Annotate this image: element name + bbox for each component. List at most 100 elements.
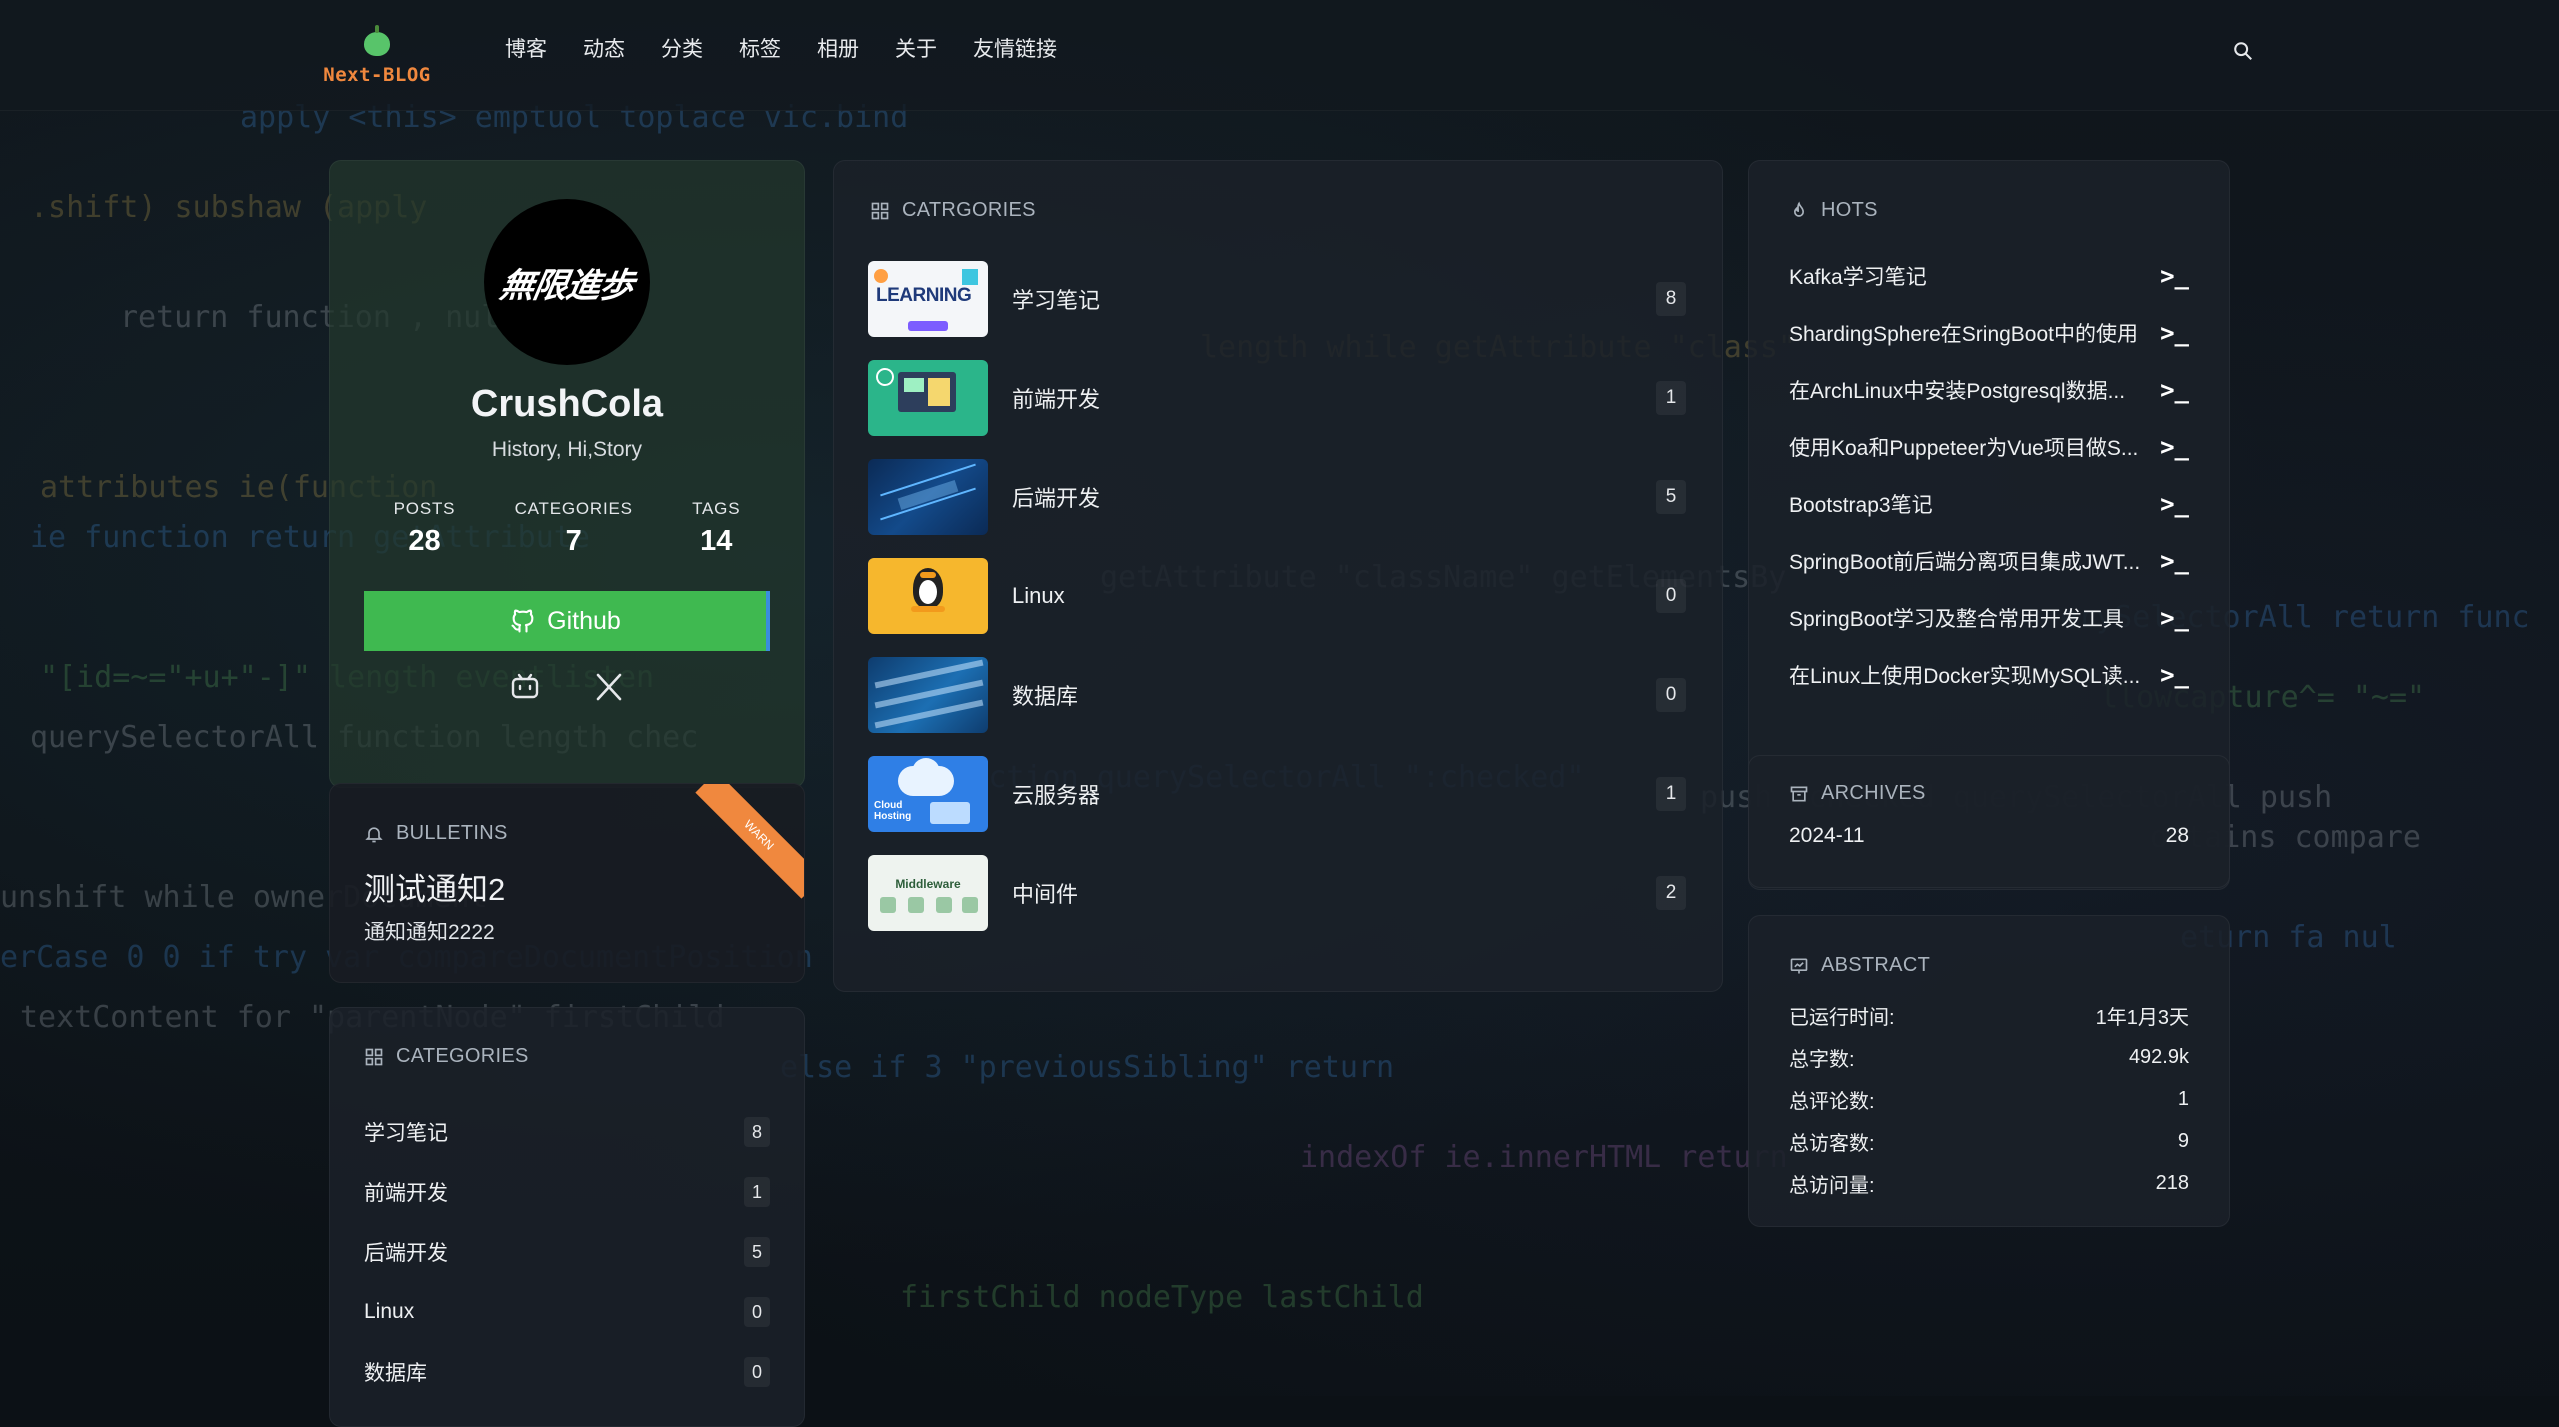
nav-tags[interactable]: 标签: [739, 33, 781, 63]
main-categories-title: CATRGORIES: [902, 199, 1036, 221]
terminal-icon: >_: [2160, 261, 2189, 290]
profile-card: 無限進歩 CrushCola History, Hi,Story POSTS 2…: [329, 160, 805, 788]
category-card-item[interactable]: Middleware 中间件 2: [868, 855, 1686, 931]
search-icon[interactable]: [2232, 40, 2254, 62]
stats-row: 已运行时间: 1年1月3天: [1789, 994, 2189, 1036]
flame-icon: [1793, 200, 1805, 217]
cloud-thumb-text: Cloud Hosting: [874, 800, 912, 822]
hot-post-item[interactable]: SpringBoot学习及整合常用开发工具 >_: [1789, 589, 2189, 646]
abstract-header: ABSTRACT: [1789, 954, 1930, 977]
stats-value: 218: [2155, 1171, 2189, 1194]
bulletins-header: BULLETINS: [364, 822, 508, 845]
frontend-thumb: [868, 360, 988, 436]
stats-label: 总评论数:: [1789, 1090, 1875, 1113]
category-card-item[interactable]: 前端开发 1: [868, 360, 1686, 436]
github-button[interactable]: Github: [364, 591, 770, 651]
author-motto: History, Hi,Story: [491, 438, 643, 461]
nav-blog[interactable]: 博客: [505, 33, 547, 63]
grid-icon: [365, 1048, 383, 1065]
category-name: 学习笔记: [1012, 288, 1101, 313]
stats-label: 总字数:: [1789, 1048, 1855, 1071]
category-count: 5: [744, 1237, 770, 1267]
stats-row: 总访客数: 9: [1789, 1120, 2189, 1162]
hot-post-title: 在ArchLinux中安装Postgresql数据...: [1789, 379, 2126, 403]
hot-post-item[interactable]: 使用Koa和Puppeteer为Vue项目做S... >_: [1789, 418, 2189, 475]
hot-post-title: SpringBoot前后端分离项目集成JWT...: [1789, 550, 2141, 574]
author-name: CrushCola: [470, 383, 664, 425]
avatar[interactable]: 無限進歩: [484, 199, 650, 365]
sidebar-category-item[interactable]: 后端开发 5: [364, 1222, 770, 1282]
database-thumb: [868, 657, 988, 733]
terminal-icon: >_: [2160, 603, 2189, 632]
stats-row: 总字数: 492.9k: [1789, 1036, 2189, 1078]
social-links: [330, 671, 804, 703]
terminal-icon: >_: [2160, 318, 2189, 347]
hot-post-item[interactable]: Bootstrap3笔记 >_: [1789, 475, 2189, 532]
category-count: 5: [1656, 480, 1686, 514]
nav-categories[interactable]: 分类: [661, 33, 703, 63]
nav-about[interactable]: 关于: [895, 33, 937, 63]
hot-post-item[interactable]: ShardingSphere在SringBoot中的使用 >_: [1789, 304, 2189, 361]
stat-categories[interactable]: CATEGORIES 7: [515, 499, 633, 558]
stat-label: TAGS: [692, 499, 741, 518]
category-name: 数据库: [1012, 684, 1079, 709]
hot-post-item[interactable]: 在ArchLinux中安装Postgresql数据... >_: [1789, 361, 2189, 418]
terminal-icon: >_: [2160, 432, 2189, 461]
nav-moments[interactable]: 动态: [583, 33, 625, 63]
chart-icon: [1790, 958, 1808, 973]
category-name: 后端开发: [364, 1242, 448, 1265]
stats-label: 总访客数:: [1789, 1132, 1875, 1155]
stats-row: 总访问量: 218: [1789, 1162, 2189, 1204]
stat-label: POSTS: [393, 499, 456, 518]
sidebar-category-item[interactable]: 学习笔记 8: [364, 1102, 770, 1162]
category-card-item[interactable]: LEARNING 学习笔记 8: [868, 261, 1686, 337]
bell-icon: [365, 826, 383, 842]
category-name: 前端开发: [1012, 387, 1101, 412]
sidebar-category-item[interactable]: 数据库 0: [364, 1342, 770, 1402]
stat-posts[interactable]: POSTS 28: [394, 499, 456, 558]
bilibili-icon[interactable]: [509, 671, 541, 703]
sidebar-category-item[interactable]: 前端开发 1: [364, 1162, 770, 1222]
category-card-item[interactable]: 后端开发 5: [868, 459, 1686, 535]
category-card-item[interactable]: Cloud Hosting 云服务器 1: [868, 756, 1686, 832]
terminal-icon: >_: [2160, 375, 2189, 404]
archive-month-item[interactable]: 2024-11 28: [1789, 824, 2189, 848]
stats-value: 492.9k: [2128, 1045, 2189, 1068]
category-card-item[interactable]: 数据库 0: [868, 657, 1686, 733]
category-count: 1: [1656, 381, 1686, 415]
stats-value: 1年1月3天: [2095, 1006, 2189, 1029]
category-name: 学习笔记: [364, 1122, 448, 1145]
archive-month: 2024-11: [1789, 824, 1865, 847]
hot-post-list: Kafka学习笔记 >_ ShardingSphere在SringBoot中的使用…: [1789, 247, 2189, 703]
site-logo[interactable]: Next-BLOG: [312, 25, 442, 90]
warn-ribbon: WARN: [695, 784, 804, 899]
middleware-thumb-text: Middleware: [895, 877, 961, 891]
stats-label: 已运行时间:: [1789, 1006, 1895, 1029]
hot-post-item[interactable]: SpringBoot前后端分离项目集成JWT... >_: [1789, 532, 2189, 589]
abstract-card: ABSTRACT 已运行时间: 1年1月3天 总字数: 492.9k 总评论数: 1 …: [1748, 915, 2230, 1227]
nav-album[interactable]: 相册: [817, 33, 859, 63]
hot-post-title: Kafka学习笔记: [1789, 265, 1927, 289]
archives-card: ARCHIVES 2024-11 28: [1748, 755, 2230, 888]
x-icon[interactable]: [593, 671, 625, 703]
github-label: Github: [547, 606, 621, 635]
category-count: 8: [744, 1117, 770, 1147]
category-card-item[interactable]: Linux 0: [868, 558, 1686, 634]
stats-row: 总评论数: 1: [1789, 1078, 2189, 1120]
hots-title: HOTS: [1821, 199, 1878, 221]
category-name: Linux: [1012, 583, 1065, 608]
stat-value: 14: [700, 525, 733, 557]
grid-icon: [871, 202, 889, 219]
hot-post-item[interactable]: Kafka学习笔记 >_: [1789, 247, 2189, 304]
sidebar-category-item[interactable]: Linux 0: [364, 1282, 770, 1342]
hots-header: HOTS: [1789, 199, 1878, 222]
backend-thumb: [868, 459, 988, 535]
sidebar-category-list: 学习笔记 8 前端开发 1 后端开发 5 Linux 0 数据库 0: [364, 1102, 770, 1402]
stat-tags[interactable]: TAGS 14: [692, 499, 740, 558]
hot-post-item[interactable]: 在Linux上使用Docker实现MySQL读... >_: [1789, 646, 2189, 703]
bulletins-title: BULLETINS: [396, 822, 508, 844]
hot-post-title: Bootstrap3笔记: [1789, 493, 1933, 517]
terminal-icon: >_: [2160, 546, 2189, 575]
category-name: 数据库: [364, 1362, 427, 1385]
nav-friend-links[interactable]: 友情链接: [973, 33, 1057, 63]
